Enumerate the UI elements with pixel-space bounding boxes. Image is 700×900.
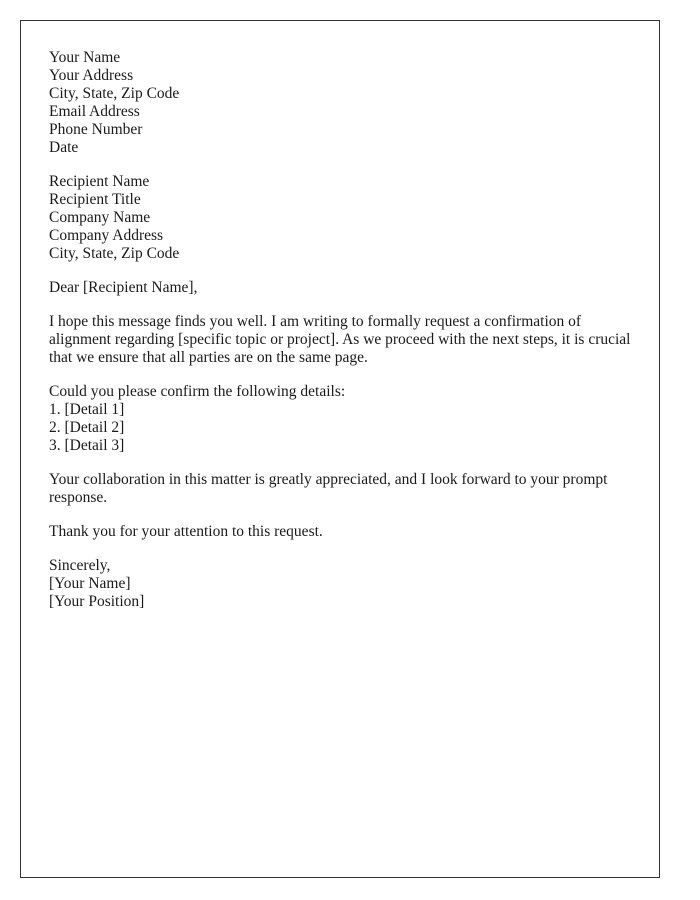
- recipient-company-address: Company Address: [49, 227, 164, 244]
- recipient-company: Company Name: [49, 209, 151, 226]
- sender-name: Your Name: [49, 49, 121, 66]
- body-paragraph-appreciation: Your collaboration in this matter is gre…: [49, 471, 608, 506]
- letter-content: Your Name Your Address City, State, Zip …: [49, 49, 639, 627]
- signature-position: [Your Position]: [49, 593, 145, 610]
- signature-block: Sincerely, [Your Name] [Your Position]: [49, 557, 639, 611]
- closing: Sincerely,: [49, 557, 111, 574]
- signature-name: [Your Name]: [49, 575, 131, 592]
- letter-page: Your Name Your Address City, State, Zip …: [20, 20, 660, 878]
- recipient-name: Recipient Name: [49, 173, 150, 190]
- detail-item: 3. [Detail 3]: [49, 437, 125, 454]
- letter-date: Date: [49, 139, 79, 156]
- detail-item: 1. [Detail 1]: [49, 401, 125, 418]
- salutation: Dear [Recipient Name],: [49, 279, 198, 296]
- sender-address: Your Address: [49, 67, 134, 84]
- details-block: Could you please confirm the following d…: [49, 383, 639, 455]
- sender-phone: Phone Number: [49, 121, 143, 138]
- sender-city-state-zip: City, State, Zip Code: [49, 85, 180, 102]
- body-paragraph-thanks: Thank you for your attention to this req…: [49, 523, 323, 540]
- details-intro: Could you please confirm the following d…: [49, 383, 346, 400]
- sender-block: Your Name Your Address City, State, Zip …: [49, 49, 639, 157]
- sender-email: Email Address: [49, 103, 140, 120]
- body-paragraph-intro: I hope this message finds you well. I am…: [49, 313, 631, 366]
- detail-item: 2. [Detail 2]: [49, 419, 125, 436]
- recipient-city-state-zip: City, State, Zip Code: [49, 245, 180, 262]
- recipient-block: Recipient Name Recipient Title Company N…: [49, 173, 639, 263]
- recipient-title: Recipient Title: [49, 191, 141, 208]
